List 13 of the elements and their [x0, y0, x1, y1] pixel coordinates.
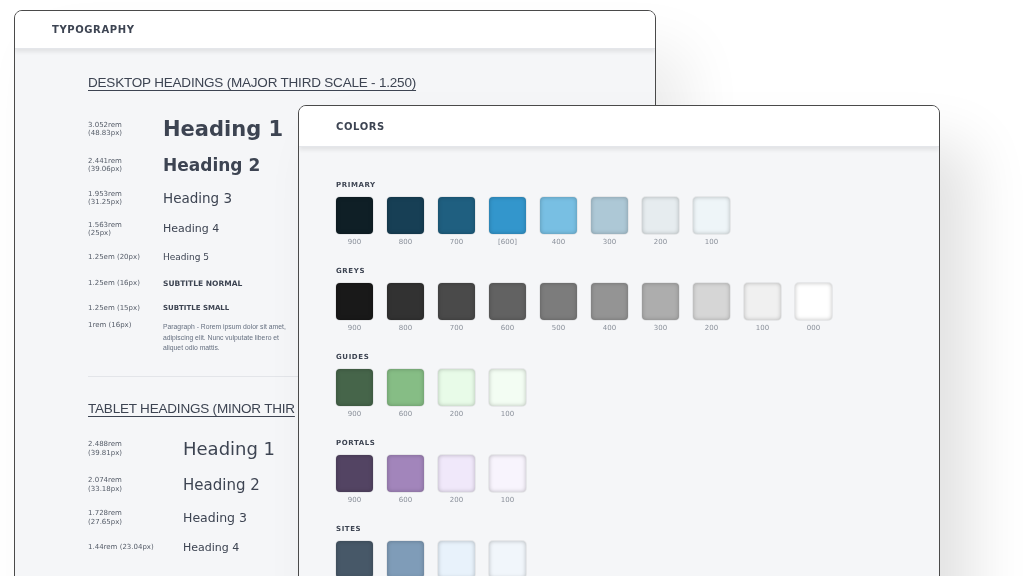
heading-sample: Heading 2 [163, 154, 261, 177]
window-title: TYPOGRAPHY [52, 24, 135, 35]
heading-sample: Heading 5 [163, 251, 210, 264]
heading-sample: Heading 4 [183, 539, 240, 556]
heading-sample: Heading 3 [163, 189, 233, 208]
heading-sample: Heading 1 [163, 116, 284, 143]
heading-sample: Heading 4 [163, 221, 220, 237]
heading-sample: Heading 1 [183, 436, 276, 461]
window-title: COLORS [336, 120, 385, 132]
heading-sample: Heading 2 [183, 474, 260, 496]
section-heading: TABLET HEADINGS (MINOR THIR [88, 400, 295, 416]
heading-sample: Heading 3 [183, 508, 247, 527]
section-heading: DESKTOP HEADINGS (MAJOR THIRD SCALE - 1.250) [88, 75, 417, 90]
